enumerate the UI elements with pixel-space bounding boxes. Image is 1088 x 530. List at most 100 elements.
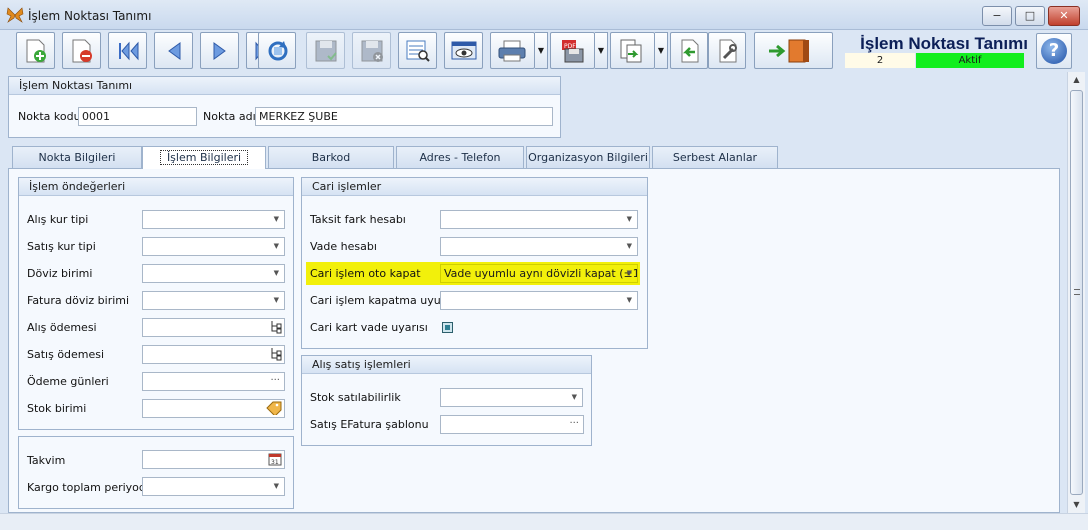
currency-select[interactable]: ▼ bbox=[142, 264, 285, 283]
chevron-down-icon: ▼ bbox=[626, 269, 632, 277]
tab-nokta-bilgileri[interactable]: Nokta Bilgileri bbox=[12, 146, 142, 168]
butterfly-icon bbox=[6, 7, 24, 23]
bottom-bar bbox=[0, 513, 1088, 530]
help-button[interactable]: ? bbox=[1036, 33, 1072, 69]
next-icon bbox=[213, 42, 226, 60]
scroll-up-icon[interactable]: ▲ bbox=[1068, 72, 1085, 88]
help-icon: ? bbox=[1041, 38, 1067, 64]
stock-unit-field[interactable] bbox=[142, 399, 285, 418]
next-record-button[interactable] bbox=[200, 32, 239, 69]
account-operations-group: Cari işlemler Taksit fark hesabı ▼ Vade … bbox=[301, 177, 648, 349]
field-label: Cari kart vade uyarısı bbox=[310, 321, 428, 334]
chevron-down-icon: ▼ bbox=[273, 482, 279, 490]
installment-diff-account-select[interactable]: ▼ bbox=[440, 210, 638, 229]
chevron-down-icon: ▼ bbox=[626, 215, 632, 223]
group-caption: Alış satış işlemleri bbox=[302, 356, 591, 374]
back-button[interactable] bbox=[670, 32, 708, 69]
delete-record-button[interactable] bbox=[62, 32, 101, 69]
record-number: 2 bbox=[845, 53, 915, 68]
tab-barkod[interactable]: Barkod bbox=[268, 146, 394, 168]
tree-list-icon bbox=[271, 348, 282, 361]
import-button[interactable] bbox=[610, 32, 655, 69]
calendar-group: Takvim 31 Kargo toplam periyodu ▼ bbox=[18, 436, 294, 509]
print-button[interactable] bbox=[490, 32, 535, 69]
group-caption: İşlem Noktası Tanımı bbox=[9, 77, 560, 95]
defaults-group: İşlem öndeğerleri Alış kur tipi ▼ Satış … bbox=[18, 177, 294, 430]
exit-button[interactable] bbox=[754, 32, 833, 69]
field-label: Cari işlem kapatma uyumu bbox=[310, 294, 459, 307]
chevron-down-icon: ▼ bbox=[273, 269, 279, 277]
field-label: Satış ödemesi bbox=[27, 348, 105, 361]
close-compat-select[interactable]: ▼ bbox=[440, 291, 638, 310]
efatura-template-field[interactable]: ··· bbox=[440, 415, 584, 434]
maximize-button[interactable]: □ bbox=[1015, 6, 1045, 26]
previous-icon bbox=[168, 42, 181, 60]
tab-adres-telefon[interactable]: Adres - Telefon bbox=[396, 146, 524, 168]
minimize-button[interactable]: − bbox=[982, 6, 1012, 26]
group-caption: Cari işlemler bbox=[302, 178, 647, 196]
ellipsis-icon: ··· bbox=[270, 375, 280, 386]
tab-organizasyon-bilgileri[interactable]: Organizasyon Bilgileri bbox=[526, 146, 650, 168]
stock-sellability-select[interactable]: ▼ bbox=[440, 388, 583, 407]
delete-document-icon bbox=[72, 39, 92, 63]
point-name-field[interactable]: MERKEZ ŞUBE bbox=[255, 107, 553, 126]
sales-rate-type-select[interactable]: ▼ bbox=[142, 237, 285, 256]
tab-serbest-alanlar[interactable]: Serbest Alanlar bbox=[652, 146, 778, 168]
purchase-payment-field[interactable] bbox=[142, 318, 285, 337]
previous-record-button[interactable] bbox=[154, 32, 193, 69]
calendar-icon: 31 bbox=[268, 453, 282, 466]
refresh-button[interactable] bbox=[258, 32, 296, 69]
payment-days-field[interactable]: ··· bbox=[142, 372, 285, 391]
chevron-down-icon: ▼ bbox=[626, 296, 632, 304]
export-pdf-button[interactable]: PDF bbox=[550, 32, 595, 69]
tab-panel: İşlem öndeğerleri Alış kur tipi ▼ Satış … bbox=[8, 168, 1060, 513]
first-icon bbox=[119, 41, 139, 61]
calendar-field[interactable]: 31 bbox=[142, 450, 285, 469]
grip-icon bbox=[1074, 289, 1080, 295]
tools-button[interactable] bbox=[708, 32, 746, 69]
chevron-down-icon: ▼ bbox=[571, 393, 577, 401]
field-label: Stok satılabilirlik bbox=[310, 391, 401, 404]
discard-button[interactable] bbox=[352, 32, 391, 69]
sales-payment-field[interactable] bbox=[142, 345, 285, 364]
chevron-down-icon: ▼ bbox=[273, 296, 279, 304]
refresh-icon bbox=[268, 41, 288, 61]
svg-text:31: 31 bbox=[271, 459, 279, 466]
tag-icon bbox=[266, 401, 282, 415]
window-title: İşlem Noktası Tanımı bbox=[28, 9, 152, 23]
cargo-period-select[interactable]: ▼ bbox=[142, 477, 285, 496]
auto-close-select[interactable]: Vade uyumlu aynı dövizli kapat (±1) ▼ bbox=[440, 264, 638, 283]
chevron-down-icon: ▼ bbox=[626, 242, 632, 250]
scroll-thumb[interactable] bbox=[1070, 90, 1083, 495]
maturity-warning-checkbox[interactable] bbox=[442, 322, 453, 333]
first-record-button[interactable] bbox=[108, 32, 147, 69]
vertical-scrollbar[interactable]: ▲ ▼ bbox=[1067, 72, 1085, 513]
point-code-field[interactable]: 0001 bbox=[78, 107, 197, 126]
save-button[interactable] bbox=[306, 32, 345, 69]
field-label: Ödeme günleri bbox=[27, 375, 109, 388]
export-dropdown[interactable]: ▼ bbox=[595, 32, 608, 69]
field-label: Stok birimi bbox=[27, 402, 87, 415]
document-back-icon bbox=[681, 39, 699, 63]
chevron-down-icon: ▼ bbox=[273, 215, 279, 223]
list-view-button[interactable] bbox=[398, 32, 437, 69]
invoice-currency-select[interactable]: ▼ bbox=[142, 291, 285, 310]
new-record-button[interactable] bbox=[16, 32, 55, 69]
group-caption: İşlem öndeğerleri bbox=[19, 178, 293, 196]
purchase-rate-type-select[interactable]: ▼ bbox=[142, 210, 285, 229]
tools-icon bbox=[719, 39, 737, 63]
scroll-down-icon[interactable]: ▼ bbox=[1068, 497, 1085, 513]
list-search-icon bbox=[406, 40, 430, 62]
preview-button[interactable] bbox=[444, 32, 483, 69]
chevron-down-icon: ▼ bbox=[273, 242, 279, 250]
point-code-label: Nokta kodu bbox=[18, 110, 81, 123]
tab-islem-bilgileri[interactable]: İşlem Bilgileri bbox=[142, 146, 266, 169]
maturity-account-select[interactable]: ▼ bbox=[440, 237, 638, 256]
import-dropdown[interactable]: ▼ bbox=[655, 32, 668, 69]
purchase-sales-group: Alış satış işlemleri Stok satılabilirlik… bbox=[301, 355, 592, 446]
ellipsis-icon: ··· bbox=[569, 418, 579, 429]
print-dropdown[interactable]: ▼ bbox=[535, 32, 548, 69]
close-button[interactable]: ✕ bbox=[1048, 6, 1080, 26]
discard-icon bbox=[361, 40, 383, 62]
field-label: Takvim bbox=[27, 454, 66, 467]
